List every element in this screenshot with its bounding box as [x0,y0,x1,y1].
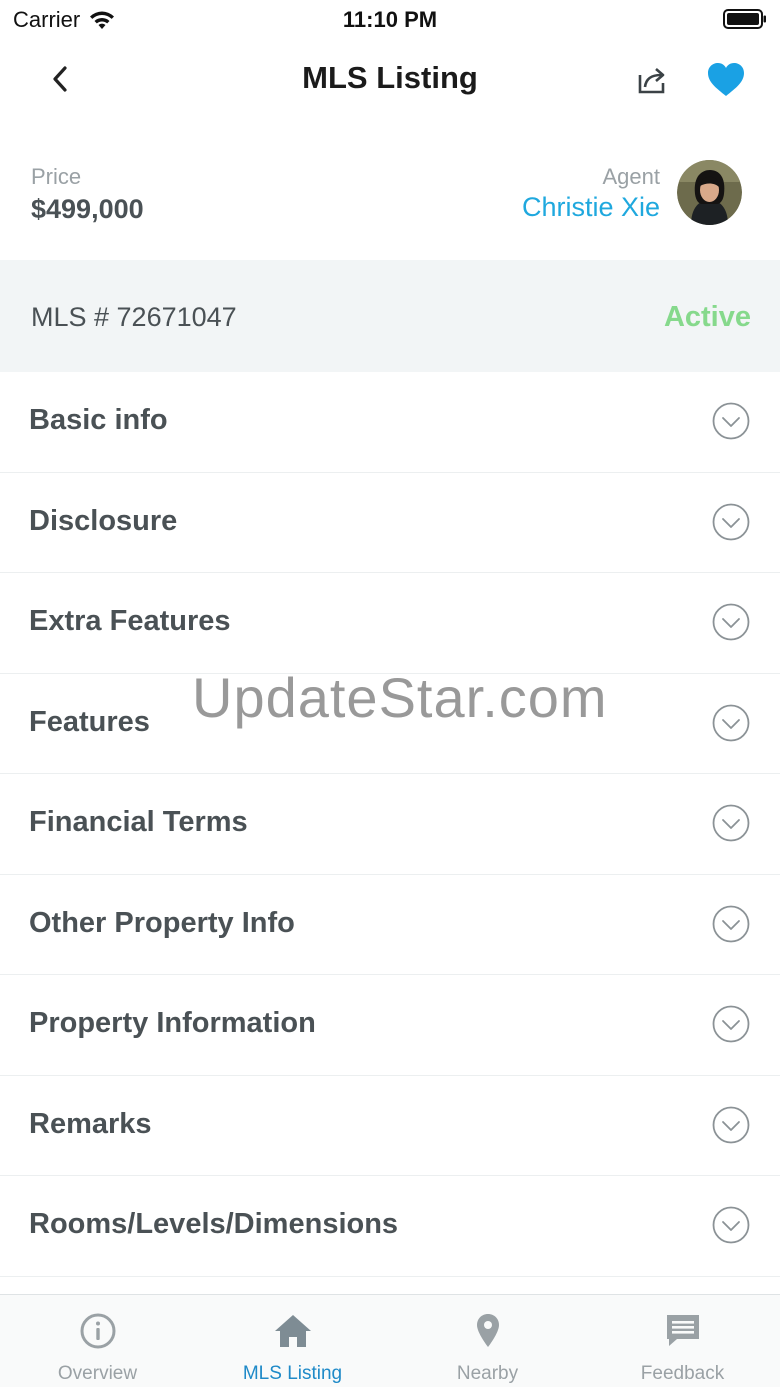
chat-icon [666,1315,699,1346]
section-label: Rooms/Levels/Dimensions [29,1208,399,1240]
agent-label: Agent [602,164,661,189]
section-row-basic-info[interactable]: Basic info [0,372,780,473]
tab-feedback[interactable]: Feedback [585,1295,780,1387]
chevron-down-circle-icon[interactable] [712,503,750,541]
listing-sections-list: Basic info Disclosure Extra Features Fea… [0,372,780,1277]
section-row-property-information[interactable]: Property Information [0,975,780,1076]
home-icon [274,1315,311,1347]
section-label: Remarks [29,1107,152,1140]
share-icon[interactable] [634,62,670,98]
info-icon [80,1313,115,1349]
tab-overview[interactable]: Overview [0,1295,195,1387]
section-label: Basic info [29,404,168,436]
map-pin-icon [476,1314,499,1347]
section-label: Financial Terms [29,806,248,838]
tab-label: MLS Listing [242,1363,343,1384]
listing-status-badge: Active [663,301,751,333]
chevron-down-circle-icon[interactable] [712,704,750,742]
tab-label: Nearby [456,1363,519,1384]
section-row-financial-terms[interactable]: Financial Terms [0,774,780,875]
section-label: Extra Features [29,605,231,637]
chevron-down-circle-icon[interactable] [712,603,750,641]
section-label: Disclosure [29,504,178,537]
tab-nearby[interactable]: Nearby [390,1295,585,1387]
section-label: Property Information [29,1007,316,1039]
section-row-remarks[interactable]: Remarks [0,1076,780,1176]
chevron-down-circle-icon[interactable] [712,1005,750,1043]
battery-icon [723,9,766,29]
section-row-other-property-info[interactable]: Other Property Info [0,875,780,975]
price-agent-section: Price $499,000 Agent Christie Xie [0,120,780,260]
bottom-tab-bar: Overview MLS Listing Nearby Feedback [0,1294,780,1387]
status-bar: Carrier 11:10 PM [0,0,780,40]
price-label: Price [31,164,82,189]
section-label: Features [29,705,150,738]
mls-status-bar: MLS # 72671047 Active [0,260,780,372]
nav-bar: MLS Listing [0,40,780,120]
mls-number: MLS # 72671047 [31,302,237,332]
watermark-text: UpdateStar.com [192,666,608,729]
tab-mls-listing[interactable]: MLS Listing [195,1295,390,1387]
section-row-rooms-levels-dimensions[interactable]: Rooms/Levels/Dimensions [0,1176,780,1277]
status-time: 11:10 PM [342,7,438,32]
tab-label: Overview [57,1363,138,1384]
agent-avatar[interactable] [677,160,742,225]
price-value: $499,000 [31,194,144,224]
favorite-heart-icon[interactable] [706,61,746,99]
chevron-down-circle-icon[interactable] [712,905,750,943]
tab-label: Feedback [640,1363,725,1384]
chevron-down-circle-icon[interactable] [712,804,750,842]
section-row-disclosure[interactable]: Disclosure [0,473,780,573]
section-label: Other Property Info [29,906,295,939]
chevron-down-circle-icon[interactable] [712,1106,750,1144]
section-row-extra-features[interactable]: Extra Features [0,573,780,674]
chevron-down-circle-icon[interactable] [712,1206,750,1244]
agent-name-link[interactable]: Christie Xie [522,192,660,223]
chevron-down-circle-icon[interactable] [712,402,750,440]
